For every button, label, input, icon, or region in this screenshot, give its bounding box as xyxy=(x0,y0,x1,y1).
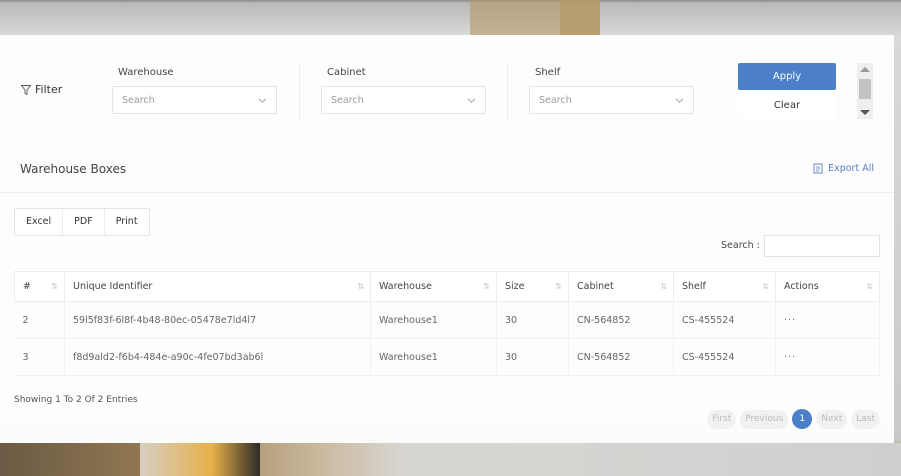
warehouse-select-placeholder: Search xyxy=(122,94,155,106)
background-rack xyxy=(560,0,600,36)
boxes-table: # ⇅ Unique Identifier ⇅ Warehouse ⇅ Size ⇅ C… xyxy=(14,271,880,376)
filter-bar: Filter Warehouse Search Cabinet Search S… xyxy=(0,35,894,139)
warehouse-filter-label: Warehouse xyxy=(118,67,174,78)
cabinet-filter-label: Cabinet xyxy=(327,67,366,78)
pagination-current-page[interactable]: 1 xyxy=(792,409,813,429)
scroll-up-icon[interactable] xyxy=(860,67,870,72)
divider xyxy=(507,63,508,121)
scroll-thumb[interactable] xyxy=(859,79,871,99)
entries-info: Showing 1 To 2 Of 2 Entries xyxy=(14,395,138,405)
export-all-label: Export All xyxy=(828,163,874,174)
table-row: 2 59l5f83f-6l8f-4b48-80ec-05478e7ld4l7 W… xyxy=(14,301,880,339)
background-floor xyxy=(0,443,901,476)
filter-label-text: Filter xyxy=(35,83,63,96)
cell-number: 3 xyxy=(14,338,65,376)
table-search-label: Search : xyxy=(721,240,760,251)
actions-menu-button[interactable]: ··· xyxy=(775,301,880,339)
pagination-previous[interactable]: Previous xyxy=(740,409,789,429)
shelf-select-placeholder: Search xyxy=(539,94,572,106)
shelf-filter: Shelf Search xyxy=(529,67,694,114)
column-header-actions[interactable]: Actions ⇅ xyxy=(775,271,880,302)
cell-unique-identifier: f8d9ald2-f6b4-484e-a90c-4fe07bd3ab6l xyxy=(64,338,371,376)
table-search-input[interactable] xyxy=(764,235,880,257)
pagination-next[interactable]: Next xyxy=(816,409,848,429)
warehouse-select[interactable]: Search xyxy=(112,86,277,114)
column-header-shelf[interactable]: Shelf ⇅ xyxy=(673,271,776,302)
shelf-select[interactable]: Search xyxy=(529,86,694,114)
section-title: Warehouse Boxes xyxy=(20,162,127,176)
chevron-down-icon xyxy=(467,97,476,103)
cell-warehouse: Warehouse1 xyxy=(370,338,497,376)
table-header-row: # ⇅ Unique Identifier ⇅ Warehouse ⇅ Size ⇅ C… xyxy=(14,271,880,302)
table-row: 3 f8d9ald2-f6b4-484e-a90c-4fe07bd3ab6l W… xyxy=(14,338,880,376)
shelf-filter-label: Shelf xyxy=(535,67,561,78)
filter-label: Filter xyxy=(21,83,62,96)
column-header-unique-identifier[interactable]: Unique Identifier ⇅ xyxy=(64,271,371,302)
export-icon xyxy=(813,163,823,174)
cell-cabinet: CN-564852 xyxy=(568,338,674,376)
cell-shelf: CS-455524 xyxy=(673,301,776,339)
section-header: Warehouse Boxes Export All xyxy=(0,139,894,193)
chevron-down-icon xyxy=(258,97,267,103)
cabinet-select-placeholder: Search xyxy=(331,94,364,106)
print-button[interactable]: Print xyxy=(105,209,149,235)
column-header-cabinet[interactable]: Cabinet ⇅ xyxy=(568,271,674,302)
column-header-size[interactable]: Size ⇅ xyxy=(496,271,569,302)
export-all-link[interactable]: Export All xyxy=(813,163,874,174)
filter-icon xyxy=(21,84,31,95)
pagination-last[interactable]: Last xyxy=(851,409,880,429)
apply-button[interactable]: Apply xyxy=(738,63,836,90)
filter-scrollbar[interactable] xyxy=(857,63,873,119)
column-header-warehouse[interactable]: Warehouse ⇅ xyxy=(370,271,497,302)
pagination-first[interactable]: First xyxy=(707,409,737,429)
divider xyxy=(299,63,300,121)
pdf-button[interactable]: PDF xyxy=(63,209,105,235)
pagination: First Previous 1 Next Last xyxy=(707,409,880,429)
cell-size: 30 xyxy=(496,338,569,376)
column-header-number[interactable]: # ⇅ xyxy=(14,271,65,302)
warehouse-filter: Warehouse Search xyxy=(112,67,277,114)
cell-cabinet: CN-564852 xyxy=(568,301,674,339)
background-forklift xyxy=(140,443,260,476)
clear-button[interactable]: Clear xyxy=(738,92,836,119)
cabinet-filter: Cabinet Search xyxy=(321,67,486,114)
export-button-group: Excel PDF Print xyxy=(14,208,150,236)
cell-number: 2 xyxy=(14,301,65,339)
cell-size: 30 xyxy=(496,301,569,339)
cell-shelf: CS-455524 xyxy=(673,338,776,376)
excel-button[interactable]: Excel xyxy=(15,209,64,235)
main-card: Filter Warehouse Search Cabinet Search S… xyxy=(0,35,894,443)
cell-warehouse: Warehouse1 xyxy=(370,301,497,339)
scroll-down-icon[interactable] xyxy=(860,110,870,115)
actions-menu-button[interactable]: ··· xyxy=(775,338,880,376)
chevron-down-icon xyxy=(675,97,684,103)
cell-unique-identifier: 59l5f83f-6l8f-4b48-80ec-05478e7ld4l7 xyxy=(64,301,371,339)
cabinet-select[interactable]: Search xyxy=(321,86,486,114)
